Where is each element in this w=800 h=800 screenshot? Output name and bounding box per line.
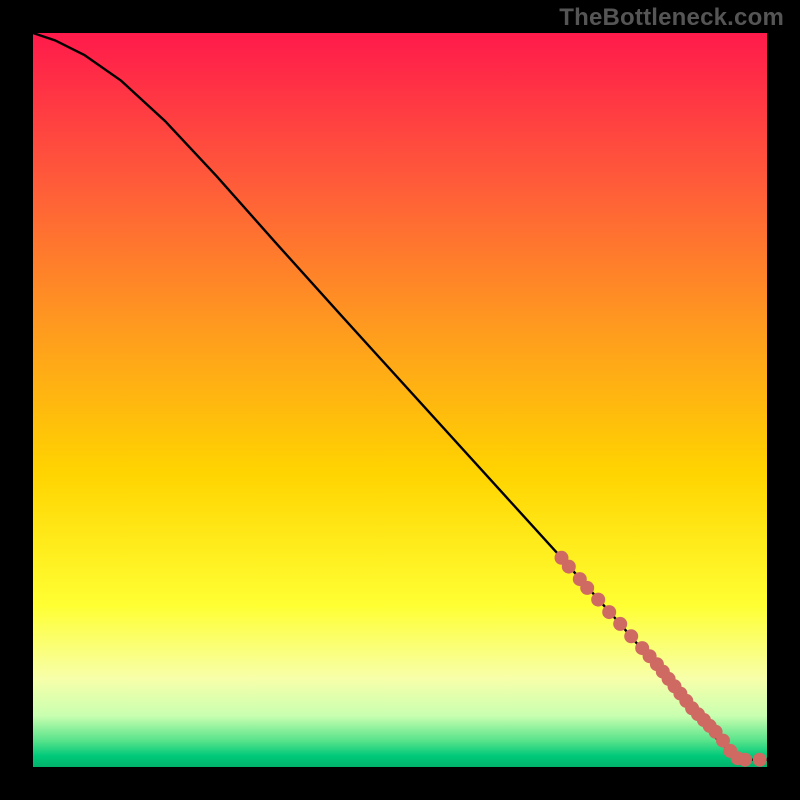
- data-point: [613, 617, 627, 631]
- data-point: [591, 593, 605, 607]
- chart-canvas: [0, 0, 800, 800]
- data-point: [753, 753, 767, 767]
- data-point: [602, 605, 616, 619]
- data-point: [738, 753, 752, 767]
- plot-area: [33, 33, 767, 767]
- data-point: [624, 629, 638, 643]
- data-point: [562, 560, 576, 574]
- data-point: [580, 581, 594, 595]
- watermark-label: TheBottleneck.com: [559, 4, 784, 32]
